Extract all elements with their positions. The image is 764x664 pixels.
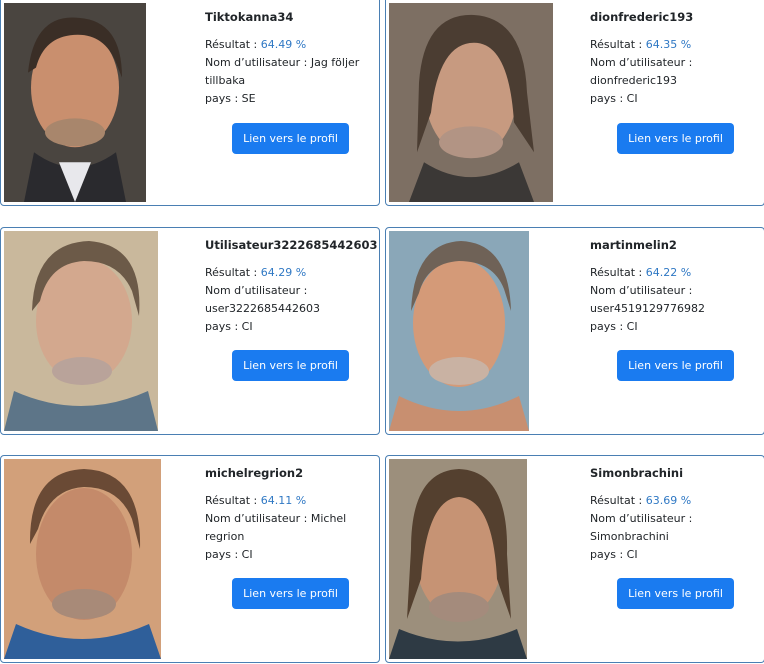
result-value: 63.69 % [645,494,692,507]
card-username-title: martinmelin2 [590,238,677,252]
profile-link-button[interactable]: Lien vers le profil [617,578,734,609]
profile-link-button[interactable]: Lien vers le profil [232,578,349,609]
card-username-title: Tiktokanna34 [205,10,294,24]
username-line-2: regrion [205,530,245,543]
username-line: Nom d’utilisateur : [590,512,693,525]
profile-photo [4,231,158,431]
card-info: Utilisateur3222685442603 Résultat : 64.2… [205,238,378,336]
card-info: michelregrion2 Résultat : 64.11 % Nom d’… [205,466,373,564]
result-card: michelregrion2 Résultat : 64.11 % Nom d’… [0,455,380,663]
result-line: Résultat : 63.69 % [590,494,692,507]
result-card: Tiktokanna34 Résultat : 64.49 % Nom d’ut… [0,0,380,206]
result-value: 64.35 % [645,38,692,51]
profile-link-button[interactable]: Lien vers le profil [232,123,349,154]
username-line-2: user3222685442603 [205,302,320,315]
country-line: pays : CI [205,548,253,561]
result-line: Résultat : 64.11 % [205,494,307,507]
card-info: dionfrederic193 Résultat : 64.35 % Nom d… [590,10,758,108]
card-username-title: michelregrion2 [205,466,304,480]
username-line-2: Simonbrachini [590,530,669,543]
profile-photo [389,231,529,431]
result-line: Résultat : 64.49 % [205,38,307,51]
profile-link-button[interactable]: Lien vers le profil [617,123,734,154]
result-card: martinmelin2 Résultat : 64.22 % Nom d’ut… [385,227,764,435]
card-username-title: dionfrederic193 [590,10,694,24]
result-line: Résultat : 64.22 % [590,266,692,279]
result-line: Résultat : 64.35 % [590,38,692,51]
username-line: Nom d’utilisateur : Michel [205,512,347,525]
username-line-2: dionfrederic193 [590,74,678,87]
result-value: 64.49 % [260,38,307,51]
profile-link-button[interactable]: Lien vers le profil [617,350,734,381]
profile-photo [389,459,527,659]
card-info: Simonbrachini Résultat : 63.69 % Nom d’u… [590,466,758,564]
result-card: dionfrederic193 Résultat : 64.35 % Nom d… [385,0,764,206]
username-line: Nom d’utilisateur : [205,284,308,297]
country-line: pays : CI [205,320,253,333]
country-line: pays : CI [590,320,638,333]
username-line-2: user4519129776982 [590,302,705,315]
profile-photo [4,3,146,202]
card-info: Tiktokanna34 Résultat : 64.49 % Nom d’ut… [205,10,373,108]
country-line: pays : CI [590,548,638,561]
username-line: Nom d’utilisateur : [590,56,693,69]
card-info: martinmelin2 Résultat : 64.22 % Nom d’ut… [590,238,758,336]
country-line: pays : SE [205,92,256,105]
result-card: Utilisateur3222685442603 Résultat : 64.2… [0,227,380,435]
result-value: 64.11 % [260,494,307,507]
card-username-title: Simonbrachini [590,466,684,480]
card-username-title: Utilisateur3222685442603 [205,238,378,252]
result-value: 64.29 % [260,266,307,279]
country-line: pays : CI [590,92,638,105]
profile-link-button[interactable]: Lien vers le profil [232,350,349,381]
result-value: 64.22 % [645,266,692,279]
username-line: Nom d’utilisateur : [590,284,693,297]
profile-photo [389,3,553,202]
result-line: Résultat : 64.29 % [205,266,307,279]
username-line-2: tillbaka [205,74,246,87]
username-line: Nom d’utilisateur : Jag följer [205,56,360,69]
profile-photo [4,459,161,659]
result-card: Simonbrachini Résultat : 63.69 % Nom d’u… [385,455,764,663]
